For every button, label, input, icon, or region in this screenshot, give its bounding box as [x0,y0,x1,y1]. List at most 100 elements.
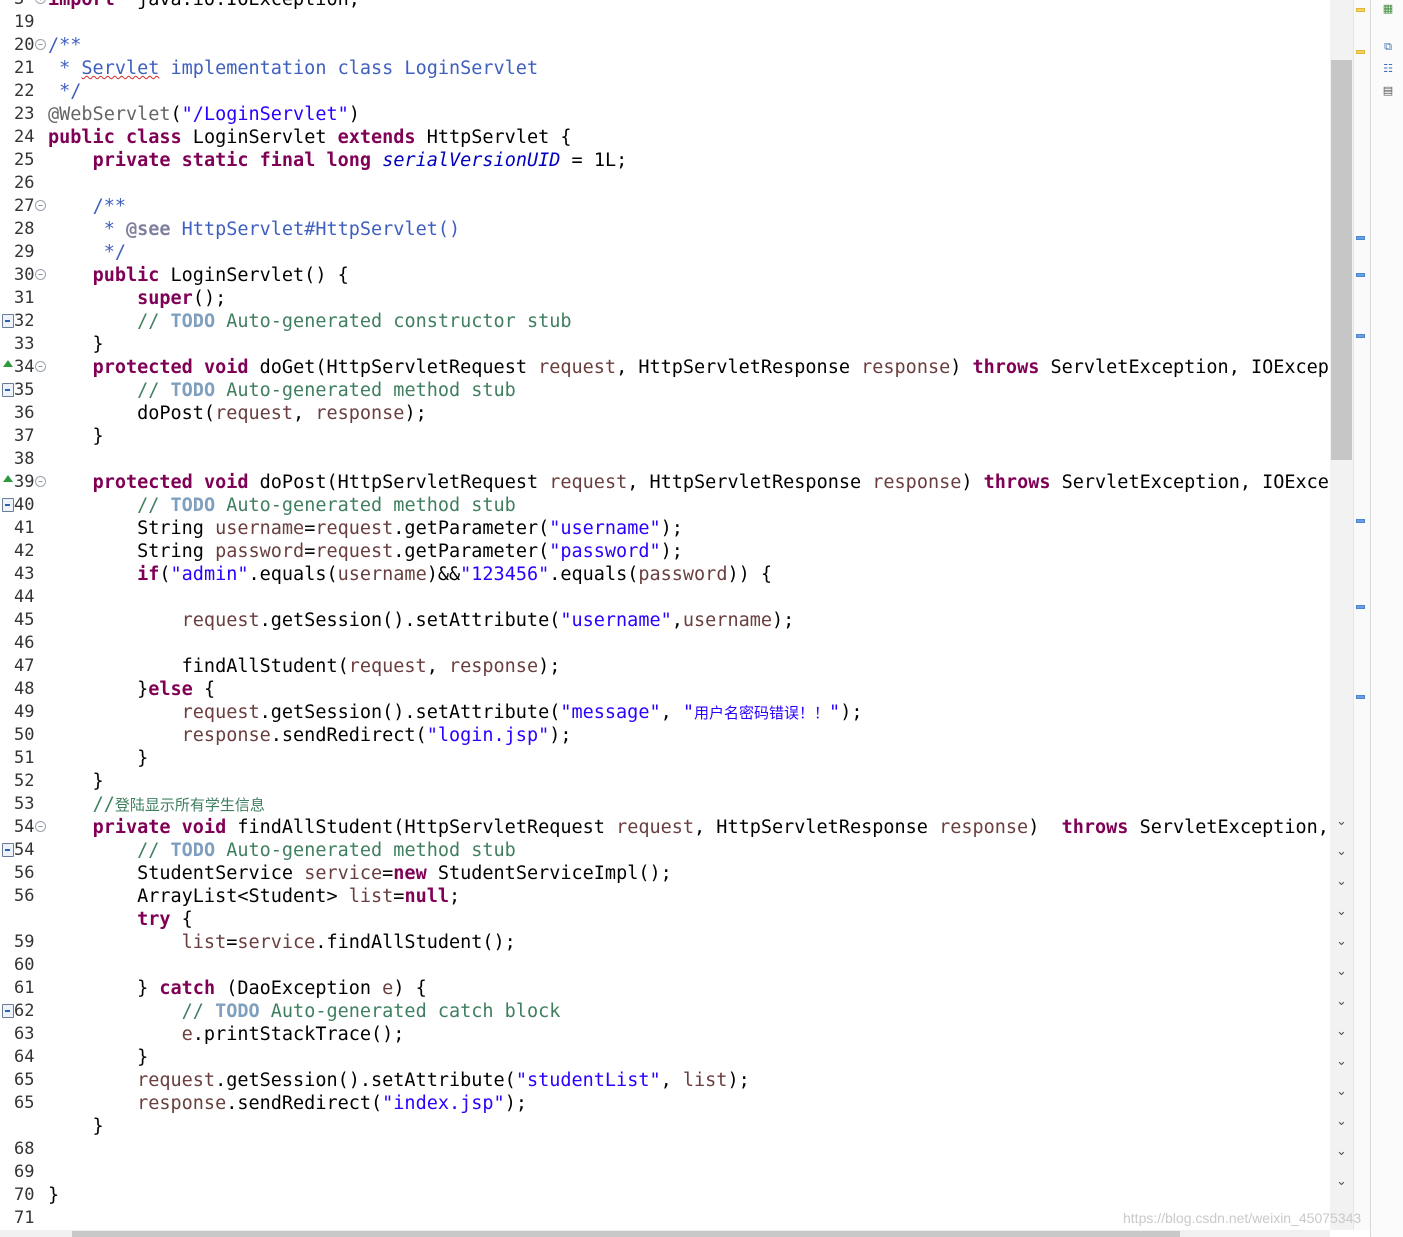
collapse-fold-icon[interactable]: − [35,821,46,832]
line-gutter[interactable]: 44 [0,586,48,609]
horizontal-scrollbar-thumb[interactable] [72,1231,1180,1237]
map-icon[interactable]: ▦ [1381,2,1395,16]
line-gutter[interactable]: 60 [0,954,48,977]
code-line[interactable]: 49 request.getSession().setAttribute("me… [0,701,1330,724]
line-gutter[interactable]: 63 [0,1023,48,1046]
line-gutter[interactable]: 65 [0,1069,48,1092]
line-gutter[interactable]: 19 [0,11,48,34]
line-gutter[interactable]: 39− [0,471,48,494]
line-gutter[interactable]: 51 [0,747,48,770]
code-line[interactable]: 45 request.getSession().setAttribute("us… [0,609,1330,632]
line-gutter[interactable]: 64 [0,1046,48,1069]
vertical-scrollbar-thumb[interactable] [1331,60,1352,460]
code-line[interactable]: 20−/** [0,34,1330,57]
line-gutter[interactable]: 43 [0,563,48,586]
code-line[interactable]: 38 [0,448,1330,471]
code-line[interactable]: 50 response.sendRedirect("login.jsp"); [0,724,1330,747]
line-gutter[interactable]: 40 [0,494,48,517]
code-line[interactable]: 35 // TODO Auto-generated method stub [0,379,1330,402]
chevron-down-icon[interactable]: ⌄ [1336,815,1348,828]
line-gutter[interactable]: 37 [0,425,48,448]
line-gutter[interactable]: 38 [0,448,48,471]
line-gutter[interactable]: 20− [0,34,48,57]
warning-marker[interactable] [1356,8,1365,12]
line-gutter[interactable]: 33 [0,333,48,356]
code-line[interactable]: 37 } [0,425,1330,448]
line-gutter[interactable]: 49 [0,701,48,724]
collapse-fold-icon[interactable]: − [35,476,46,487]
code-line[interactable]: 60 [0,954,1330,977]
code-line[interactable]: 62 // TODO Auto-generated catch block [0,1000,1330,1023]
warning-marker[interactable] [1356,50,1365,54]
line-gutter[interactable]: 28 [0,218,48,241]
line-gutter[interactable]: 65 [0,1092,48,1115]
chevron-down-icon[interactable]: ⌄ [1336,905,1348,918]
line-gutter[interactable]: 52 [0,770,48,793]
task-marker-icon[interactable] [2,1004,14,1018]
line-gutter[interactable]: 31 [0,287,48,310]
code-editor[interactable]: 3+import java.io.IOException;1920−/**21 … [0,0,1330,1230]
line-gutter[interactable]: 34− [0,356,48,379]
line-gutter[interactable]: 32 [0,310,48,333]
task-marker[interactable] [1356,236,1365,240]
task-marker-icon[interactable] [2,843,14,857]
code-line[interactable]: 48 }else { [0,678,1330,701]
restore-icon[interactable]: ⧉ [1381,40,1395,54]
line-gutter[interactable]: 59 [0,931,48,954]
line-gutter[interactable]: 56 [0,885,48,908]
override-marker-icon[interactable] [3,360,13,367]
line-gutter[interactable]: 48 [0,678,48,701]
line-gutter[interactable]: 53 [0,793,48,816]
task-marker[interactable] [1356,334,1365,338]
task-marker-icon[interactable] [2,498,14,512]
code-line[interactable]: 56 ArrayList<Student> list=null; [0,885,1330,908]
code-line[interactable]: 68 [0,1138,1330,1161]
collapse-fold-icon[interactable]: − [35,269,46,280]
code-line[interactable]: 26 [0,172,1330,195]
code-line[interactable]: 65 response.sendRedirect("index.jsp"); [0,1092,1330,1115]
code-line[interactable]: 34− protected void doGet(HttpServletRequ… [0,356,1330,379]
line-gutter[interactable]: 71 [0,1207,48,1230]
code-line[interactable]: 23 @WebServlet("/LoginServlet") [0,103,1330,126]
task-marker[interactable] [1356,519,1365,523]
line-gutter[interactable]: 56 [0,862,48,885]
line-gutter[interactable]: 27− [0,195,48,218]
code-line[interactable]: 56 StudentService service=new StudentSer… [0,862,1330,885]
code-line[interactable]: 25 private static final long serialVersi… [0,149,1330,172]
code-line[interactable]: 39− protected void doPost(HttpServletReq… [0,471,1330,494]
task-marker[interactable] [1356,695,1365,699]
code-line[interactable]: 51 } [0,747,1330,770]
code-line[interactable]: 22 */ [0,80,1330,103]
line-gutter[interactable]: 3+ [0,0,48,11]
task-marker[interactable] [1356,273,1365,277]
code-line[interactable]: 59 list=service.findAllStudent(); [0,931,1330,954]
code-line[interactable]: try { [0,908,1330,931]
chevron-down-icon[interactable]: ⌄ [1336,1025,1348,1038]
chevron-down-icon[interactable]: ⌄ [1336,1085,1348,1098]
code-line[interactable]: 21 * Servlet implementation class LoginS… [0,57,1330,80]
line-gutter[interactable]: 45 [0,609,48,632]
line-gutter[interactable]: 54 [0,839,48,862]
code-line[interactable]: 69 [0,1161,1330,1184]
code-line[interactable]: 70} [0,1184,1330,1207]
line-gutter[interactable]: 46 [0,632,48,655]
code-line[interactable]: 53 //登陆显示所有学生信息 [0,793,1330,816]
collapse-fold-icon[interactable]: − [35,361,46,372]
code-line[interactable]: 3+import java.io.IOException; [0,0,1330,11]
line-gutter[interactable]: 35 [0,379,48,402]
line-gutter[interactable]: 61 [0,977,48,1000]
chevron-down-icon[interactable]: ⌄ [1336,845,1348,858]
collapse-fold-icon[interactable]: − [35,200,46,211]
line-gutter[interactable] [0,908,48,931]
code-line[interactable]: 27− /** [0,195,1330,218]
code-line[interactable]: 28 * @see HttpServlet#HttpServlet() [0,218,1330,241]
line-gutter[interactable]: 69 [0,1161,48,1184]
task-list-icon[interactable]: ▤ [1381,84,1395,98]
chevron-down-icon[interactable]: ⌄ [1336,995,1348,1008]
line-gutter[interactable]: 68 [0,1138,48,1161]
line-gutter[interactable]: 42 [0,540,48,563]
line-gutter[interactable] [0,1115,48,1138]
line-gutter[interactable]: 54− [0,816,48,839]
code-line[interactable]: 54 // TODO Auto-generated method stub [0,839,1330,862]
chevron-down-icon[interactable]: ⌄ [1336,935,1348,948]
